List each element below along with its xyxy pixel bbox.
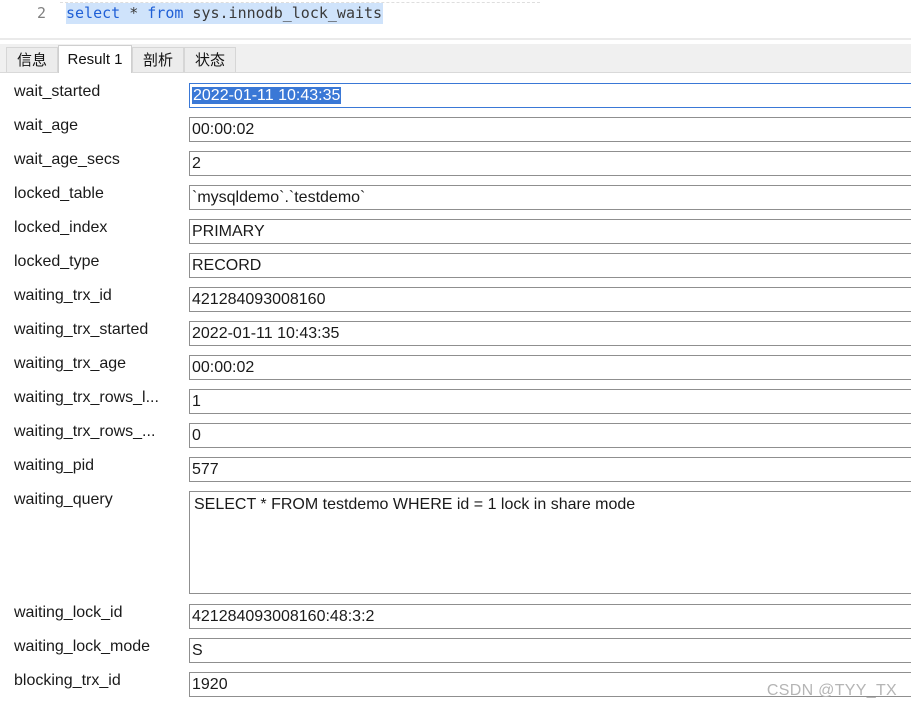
field-label: waiting_trx_rows_l...	[14, 389, 159, 406]
watermark: CSDN @TYY_TX	[766, 682, 897, 699]
field-label: waiting_trx_age	[14, 355, 127, 372]
field-row: waiting_trx_age 00:00:02	[0, 350, 911, 384]
field-label: waiting_lock_mode	[14, 638, 151, 655]
field-row: waiting_query SELECT * FROM testdemo WHE…	[0, 486, 911, 596]
field-row: waiting_trx_id 421284093008160	[0, 282, 911, 316]
record-form: wait_started 2022-01-11 10:43:35 wait_ag…	[0, 73, 911, 708]
field-label: waiting_pid	[14, 457, 95, 474]
field-value-textarea[interactable]: SELECT * FROM testdemo WHERE id = 1 lock…	[189, 491, 911, 594]
field-label: wait_started	[14, 83, 101, 100]
editor-divider	[0, 38, 911, 40]
line-number: 2	[36, 4, 46, 22]
field-row: locked_type RECORD	[0, 248, 911, 282]
field-label: wait_age	[14, 117, 79, 134]
tab-status[interactable]: 状态	[184, 47, 236, 72]
field-label: waiting_trx_rows_...	[14, 423, 156, 440]
field-value-input[interactable]: `mysqldemo`.`testdemo`	[189, 185, 911, 210]
field-row: waiting_trx_started 2022-01-11 10:43:35	[0, 316, 911, 350]
field-value-input[interactable]: 1	[189, 389, 911, 414]
field-row: waiting_lock_id 421284093008160:48:3:2	[0, 599, 911, 633]
field-row: waiting_lock_mode S	[0, 633, 911, 667]
field-value-input[interactable]: PRIMARY	[189, 219, 911, 244]
field-value-input[interactable]: 2022-01-11 10:43:35	[189, 321, 911, 346]
sql-statement[interactable]: select * from sys.innodb_lock_waits	[66, 3, 384, 24]
result-tabs: 信息 Result 1 剖析 状态	[0, 44, 911, 73]
keyword-select: select	[66, 4, 121, 22]
field-row: waiting_trx_rows_... 0	[0, 418, 911, 452]
field-value-input[interactable]: 2	[189, 151, 911, 176]
field-row: locked_table `mysqldemo`.`testdemo`	[0, 180, 911, 214]
field-value-input[interactable]: 421284093008160:48:3:2	[189, 604, 911, 629]
tab-result-1[interactable]: Result 1	[58, 45, 132, 73]
sql-star: *	[120, 4, 148, 22]
field-value-input[interactable]: 00:00:02	[189, 117, 911, 142]
field-label: blocking_trx_id	[14, 672, 121, 689]
field-label: waiting_lock_id	[14, 604, 123, 621]
field-value-input[interactable]: 577	[189, 457, 911, 482]
selected-value: 2022-01-11 10:43:35	[192, 87, 342, 104]
field-row: waiting_trx_rows_l... 1	[0, 384, 911, 418]
sql-editor[interactable]: 2 select * from sys.innodb_lock_waits	[0, 0, 911, 40]
field-value-input[interactable]: 0	[189, 423, 911, 448]
field-label: locked_type	[14, 253, 100, 270]
field-row: wait_age 00:00:02	[0, 112, 911, 146]
field-label: waiting_trx_started	[14, 321, 149, 338]
field-value-input[interactable]: 421284093008160	[189, 287, 911, 312]
field-label: wait_age_secs	[14, 151, 120, 168]
field-label: waiting_query	[14, 491, 113, 508]
field-row: wait_started 2022-01-11 10:43:35	[0, 78, 911, 112]
field-value-input[interactable]: 00:00:02	[189, 355, 911, 380]
tab-info[interactable]: 信息	[6, 47, 58, 72]
field-value-input[interactable]: 2022-01-11 10:43:35	[189, 83, 911, 108]
sql-table-name: sys.innodb_lock_waits	[183, 4, 383, 22]
keyword-from: from	[147, 4, 184, 22]
field-row: waiting_pid 577	[0, 452, 911, 486]
tab-profile[interactable]: 剖析	[132, 47, 184, 72]
field-label: locked_index	[14, 219, 108, 236]
field-value-input[interactable]: S	[189, 638, 911, 663]
field-value-input[interactable]: RECORD	[189, 253, 911, 278]
field-row: locked_index PRIMARY	[0, 214, 911, 248]
field-label: waiting_trx_id	[14, 287, 112, 304]
field-label: locked_table	[14, 185, 104, 202]
field-row: wait_age_secs 2	[0, 146, 911, 180]
